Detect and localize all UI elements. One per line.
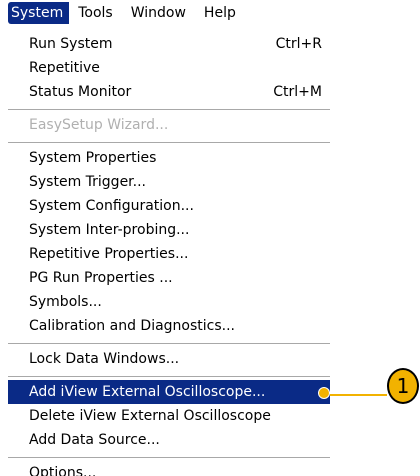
menu-item-label: EasySetup Wizard... [29,117,169,133]
shortcut-label: Ctrl+M [273,84,322,100]
shortcut-label: Ctrl+R [275,36,322,52]
menu-item-lock-data-windows[interactable]: Lock Data Windows... [8,347,330,371]
menu-item-label: System Properties [29,150,157,166]
menu-item-add-iview-external-oscilloscope[interactable]: Add iView External Oscilloscope... [8,380,330,404]
menu-item-label: Calibration and Diagnostics... [29,318,236,334]
menu-item-label: Repetitive Properties... [29,246,189,262]
callout-number: 1 [396,374,410,398]
menu-item-label: Symbols... [29,294,102,310]
menu-item-system-configuration[interactable]: System Configuration... [8,194,330,218]
callout-badge: 1 [387,368,419,404]
menu-item-label: Options... [29,465,97,476]
menu-item-label: Add iView External Oscilloscope... [29,384,266,400]
menu-item-pg-run-properties[interactable]: PG Run Properties ... [8,266,330,290]
menu-item-repetitive[interactable]: Repetitive [8,56,330,80]
menu-item-label: Status Monitor [29,84,132,100]
menu-item-label: System Inter-probing... [29,222,190,238]
menu-item-calibration-diagnostics[interactable]: Calibration and Diagnostics... [8,314,330,338]
menu-window[interactable]: Window [122,2,195,24]
callout-pointer-dot [319,388,329,398]
menu-item-options[interactable]: Options... [8,461,330,476]
menu-item-label: System Trigger... [29,174,147,190]
menu-item-label: Delete iView External Oscilloscope [29,408,271,424]
menu-item-label: Add Data Source... [29,432,160,448]
menu-item-repetitive-properties[interactable]: Repetitive Properties... [8,242,330,266]
menu-item-symbols[interactable]: Symbols... [8,290,330,314]
menu-separator [8,109,330,110]
callout-pointer-line [330,394,387,396]
menu-help[interactable]: Help [195,2,245,24]
menu-item-system-properties[interactable]: System Properties [8,146,330,170]
screenshot-root: System Tools Window Help Run System Ctrl… [0,0,420,476]
menu-item-label: Run System [29,36,113,52]
menu-item-label: Lock Data Windows... [29,351,180,367]
menu-item-label: PG Run Properties ... [29,270,173,286]
menu-item-label: Repetitive [29,60,100,76]
menu-separator [8,457,330,458]
menu-system[interactable]: System [8,2,70,24]
menu-item-delete-iview-external-oscilloscope[interactable]: Delete iView External Oscilloscope [8,404,330,428]
menu-separator [8,343,330,344]
system-menu-dropdown: Run System Ctrl+R Repetitive Status Moni… [8,26,330,476]
menu-item-system-inter-probing[interactable]: System Inter-probing... [8,218,330,242]
menu-item-run-system[interactable]: Run System Ctrl+R [8,32,330,56]
menu-item-easysetup-wizard: EasySetup Wizard... [8,113,330,137]
menu-separator [8,376,330,377]
menu-item-status-monitor[interactable]: Status Monitor Ctrl+M [8,80,330,104]
menu-bar: System Tools Window Help [0,0,420,26]
menu-item-system-trigger[interactable]: System Trigger... [8,170,330,194]
menu-tools[interactable]: Tools [69,2,122,24]
menu-item-add-data-source[interactable]: Add Data Source... [8,428,330,452]
menu-item-label: System Configuration... [29,198,194,214]
menu-separator [8,142,330,143]
